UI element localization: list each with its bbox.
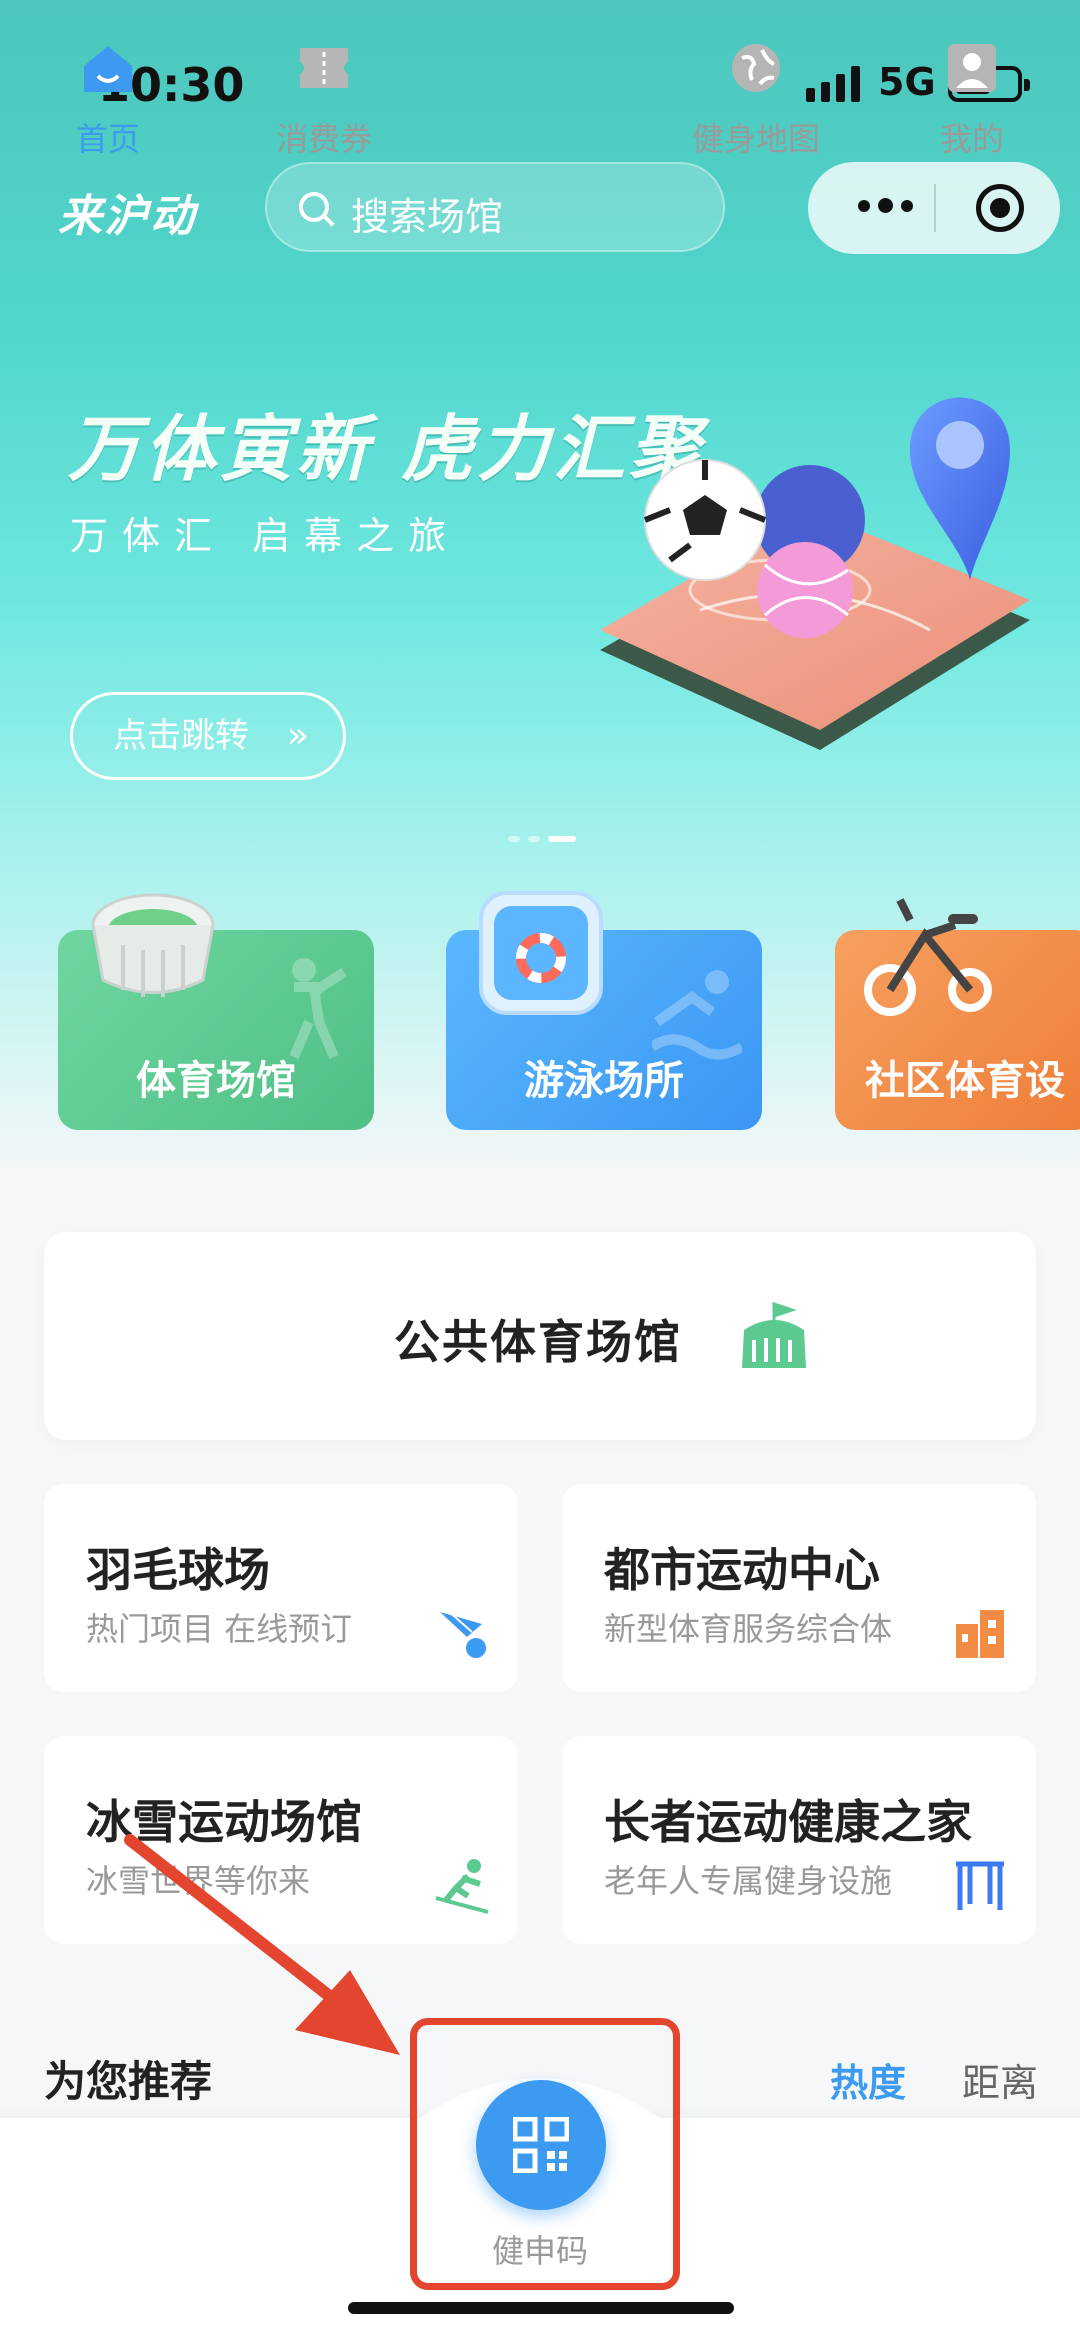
parallel-bars-icon [956, 1861, 1004, 1910]
tab-label: 我的 [939, 120, 1004, 158]
pool-icon [479, 891, 603, 1015]
ticket-icon [300, 48, 348, 88]
category-label: 社区体育设 [865, 1058, 1065, 1104]
stadium-flag-icon [742, 1301, 806, 1368]
tab-label: 消费券 [275, 120, 372, 158]
category-label: 游泳场所 [524, 1058, 684, 1104]
stadium-icon [91, 893, 215, 997]
sort-by-distance[interactable]: 距离 [962, 2052, 1038, 2107]
miniprogram-capsule [808, 162, 1060, 254]
tile-title: 长者运动健康之家 [604, 1795, 972, 1849]
highlight-box [410, 2018, 680, 2290]
capsule-divider [934, 184, 936, 232]
tile-subtitle: 新型体育服务综合体 [604, 1610, 893, 1648]
tile-badminton[interactable]: 羽毛球场 热门项目 在线预订 [44, 1484, 518, 1692]
public-venue-label: 公共体育场馆 [394, 1315, 682, 1369]
tab-home[interactable]: 首页 [28, 40, 188, 160]
tile-senior-health[interactable]: 长者运动健康之家 老年人专属健身设施 [562, 1736, 1036, 1944]
tab-mine[interactable]: 我的 [892, 40, 1052, 160]
double-chevron-icon: » [286, 715, 309, 756]
tile-urban-sports[interactable]: 都市运动中心 新型体育服务综合体 [562, 1484, 1036, 1692]
tab-fitness-map[interactable]: 健身地图 [676, 40, 836, 160]
search-icon [299, 192, 329, 222]
shuttlecock-icon [439, 1609, 486, 1658]
category-community[interactable]: 社区体育设 [835, 898, 1080, 1130]
globe-icon [732, 44, 780, 92]
category-stadium[interactable]: 体育场馆 [58, 893, 374, 1130]
exercise-bike-icon [864, 898, 992, 1016]
public-venue-card[interactable]: 公共体育场馆 [44, 1232, 1036, 1440]
tile-title: 都市运动中心 [604, 1543, 880, 1597]
more-icon[interactable] [858, 198, 913, 213]
user-icon [948, 44, 996, 92]
building-icon [956, 1610, 1004, 1658]
tile-subtitle: 热门项目 在线预订 [86, 1610, 353, 1648]
tennis-player-icon [289, 958, 347, 1059]
close-miniprogram-icon[interactable] [976, 184, 1024, 232]
banner-button-label: 点击跳转 [113, 716, 249, 756]
home-icon [84, 46, 132, 92]
annotation-arrow [124, 1834, 400, 2055]
sports-illustration[interactable] [580, 360, 1060, 760]
app-logo: 来沪动 [58, 191, 196, 242]
skier-icon [435, 1859, 489, 1914]
home-indicator [348, 2302, 734, 2314]
category-swimming[interactable]: 游泳场所 [446, 891, 762, 1130]
tab-label: 健身地图 [691, 120, 820, 158]
search-placeholder: 搜索场馆 [351, 195, 504, 239]
banner-jump-button[interactable]: 点击跳转 » [70, 692, 346, 780]
sort-by-popularity[interactable]: 热度 [830, 2052, 906, 2107]
tab-label: 首页 [75, 120, 140, 158]
banner-subtitle: 万体汇 启幕之旅 [70, 514, 461, 558]
tab-coupons[interactable]: 消费券 [244, 40, 404, 160]
tile-subtitle: 老年人专属健身设施 [604, 1862, 893, 1900]
swimmer-icon [652, 970, 742, 1060]
category-label: 体育场馆 [136, 1058, 296, 1104]
tile-title: 羽毛球场 [86, 1543, 270, 1597]
banner-page-indicator [508, 836, 576, 842]
search-input[interactable]: 搜索场馆 [265, 162, 725, 252]
